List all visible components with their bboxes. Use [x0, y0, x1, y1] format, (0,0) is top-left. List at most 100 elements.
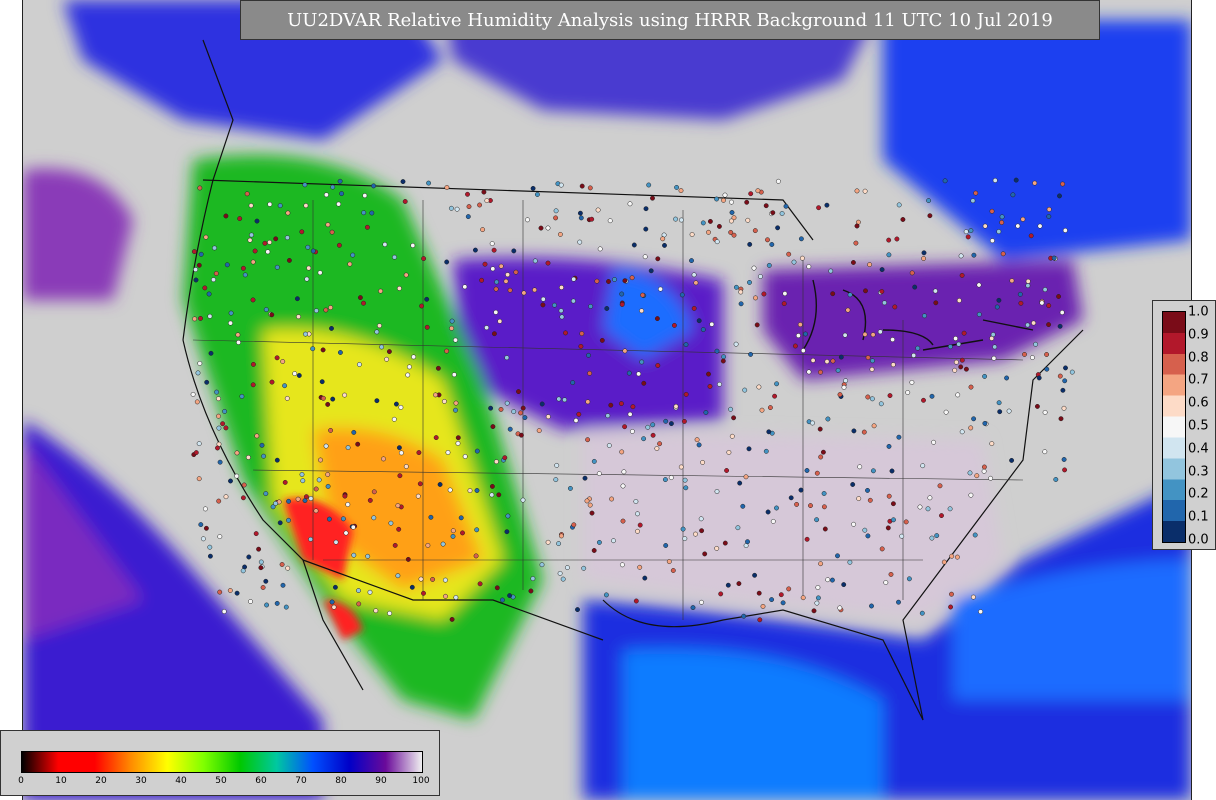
station-marker	[365, 553, 371, 559]
station-marker	[618, 401, 624, 407]
station-marker	[990, 332, 996, 338]
station-marker	[498, 406, 504, 412]
station-marker	[337, 350, 343, 355]
station-marker	[303, 203, 309, 209]
rh-tick-label: 40	[175, 776, 187, 786]
station-marker	[818, 369, 823, 375]
station-marker	[921, 397, 926, 403]
station-marker	[683, 342, 689, 348]
station-marker	[295, 496, 301, 502]
station-marker	[304, 276, 310, 282]
station-marker	[803, 331, 808, 337]
station-marker	[534, 192, 540, 197]
station-marker	[449, 325, 455, 331]
station-marker	[250, 382, 256, 388]
station-marker	[797, 322, 803, 328]
station-marker	[264, 602, 270, 608]
station-marker	[356, 588, 361, 594]
station-marker	[244, 191, 250, 197]
station-marker	[356, 601, 362, 607]
station-marker	[909, 379, 915, 385]
station-marker	[507, 426, 513, 432]
station-marker	[774, 381, 780, 387]
station-marker	[330, 396, 336, 402]
station-marker	[223, 425, 229, 431]
station-marker	[410, 243, 416, 248]
station-marker	[871, 423, 877, 429]
station-marker	[570, 380, 576, 386]
station-marker	[587, 502, 593, 508]
station-marker	[885, 525, 891, 531]
station-marker	[611, 538, 616, 544]
station-marker	[274, 457, 280, 463]
station-marker	[655, 363, 661, 368]
station-marker	[891, 517, 896, 523]
station-marker	[320, 395, 326, 401]
station-marker	[424, 296, 430, 302]
station-marker	[467, 488, 473, 494]
station-marker	[490, 424, 496, 430]
station-marker	[814, 470, 820, 476]
station-marker	[825, 577, 831, 583]
station-marker	[462, 454, 468, 459]
station-marker	[563, 330, 568, 336]
station-marker	[198, 522, 204, 528]
station-marker	[829, 577, 835, 583]
station-marker	[587, 185, 593, 191]
station-marker	[699, 528, 705, 534]
station-marker	[571, 522, 577, 528]
station-marker	[728, 406, 734, 412]
station-marker	[228, 320, 233, 326]
map-title: UU2DVAR Relative Humidity Analysis using…	[240, 0, 1100, 40]
station-marker	[516, 389, 521, 395]
station-marker	[865, 355, 871, 361]
station-marker	[250, 361, 256, 367]
station-marker	[328, 305, 334, 311]
station-marker	[607, 218, 613, 224]
station-marker	[453, 400, 459, 406]
station-marker	[472, 247, 478, 253]
station-marker	[250, 297, 256, 303]
station-marker	[890, 501, 896, 507]
station-marker	[415, 493, 421, 499]
station-marker	[825, 416, 831, 422]
station-marker	[992, 344, 998, 350]
station-marker	[207, 553, 213, 559]
station-marker	[1000, 251, 1006, 257]
station-marker	[310, 346, 316, 352]
station-marker	[650, 422, 656, 428]
station-marker	[999, 214, 1005, 220]
station-marker	[633, 499, 639, 504]
station-marker	[212, 245, 217, 251]
station-marker	[440, 541, 446, 547]
station-marker	[591, 548, 597, 553]
station-marker	[482, 261, 488, 267]
station-marker	[639, 359, 645, 365]
station-marker	[558, 182, 564, 188]
ob-tick-label: 0.5	[1188, 418, 1209, 434]
station-marker	[729, 210, 735, 215]
station-marker	[577, 239, 583, 245]
station-marker	[253, 531, 259, 537]
station-marker	[591, 458, 597, 464]
station-marker	[883, 580, 889, 585]
station-marker	[473, 553, 479, 559]
station-marker	[1042, 287, 1048, 293]
station-marker	[965, 234, 971, 240]
station-marker	[494, 585, 500, 591]
station-marker	[748, 351, 754, 357]
station-marker	[474, 448, 480, 454]
station-marker	[996, 400, 1002, 406]
station-marker	[545, 414, 551, 420]
station-marker	[606, 443, 612, 448]
rh-tick-label: 50	[215, 776, 227, 786]
station-marker	[557, 231, 563, 237]
station-marker	[612, 277, 617, 282]
station-marker	[766, 262, 772, 268]
station-marker	[283, 604, 289, 610]
ob-colorbar	[1162, 311, 1186, 543]
station-marker	[900, 217, 906, 222]
station-marker	[714, 489, 720, 494]
station-marker	[714, 348, 720, 354]
station-marker	[588, 303, 594, 309]
